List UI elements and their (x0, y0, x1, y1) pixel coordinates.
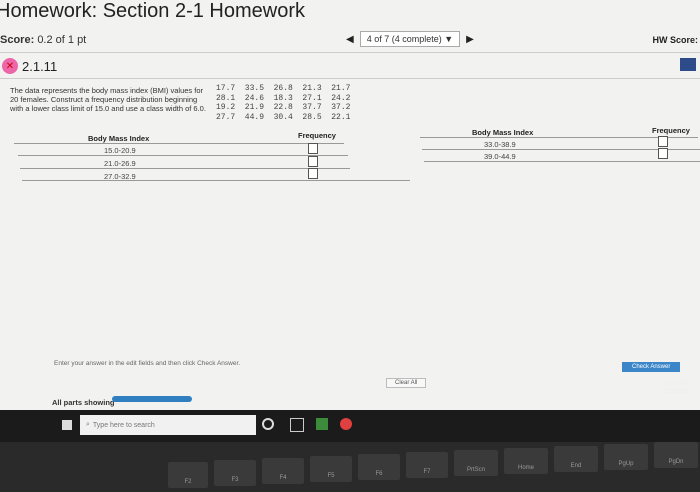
frequency-input[interactable] (308, 168, 318, 179)
menu-icon[interactable] (680, 58, 696, 71)
dataset-row: 19.2 21.9 22.8 37.7 37.2 (216, 103, 351, 112)
all-parts-label: All parts showing (52, 398, 115, 407)
table-row: 15.0-20.9 (104, 146, 136, 155)
score-bar: Score: 0.2 of 1 pt ◀ 4 of 7 (4 complete)… (0, 28, 700, 53)
table-line (14, 143, 344, 144)
clock-date: 2/5/2020 (664, 389, 688, 395)
table-line (18, 155, 348, 156)
laptop-keyboard: F2 F3 F4 F5 F6 F7 PrtScn Home End PgUp P… (0, 442, 700, 492)
hw-score: HW Score: (652, 35, 698, 45)
page-title: Homework: Section 2-1 Homework (0, 0, 305, 22)
key-f5[interactable]: F5 (310, 456, 352, 482)
left-col-frequency-header: Frequency (298, 131, 336, 140)
parts-progress-bar (112, 396, 192, 402)
taskbar-clock[interactable]: 3:04 PM 2/5/2020 (665, 380, 688, 396)
clear-all-button[interactable]: Clear All (386, 378, 427, 388)
table-line (424, 161, 700, 162)
question-nav: ◀ 4 of 7 (4 complete) ▼ ▶ (346, 31, 474, 47)
taskbar: ⌕ Type here to search 3:04 PM 2/5/2020 (0, 381, 700, 442)
question-number-label: 2.1.11 (22, 58, 58, 74)
score-label: Score: (0, 34, 35, 46)
frequency-input[interactable] (658, 136, 668, 147)
table-row: 39.0-44.9 (484, 152, 516, 161)
task-view-icon[interactable] (290, 418, 304, 432)
question-select[interactable]: 4 of 7 (4 complete) ▼ (359, 31, 461, 47)
divider (0, 78, 700, 79)
check-answer-button[interactable]: Check Answer (622, 362, 681, 372)
frequency-input[interactable] (658, 148, 668, 159)
search-icon: ⌕ (86, 421, 90, 428)
partial-credit-icon: ✕ (2, 58, 18, 74)
key-prtscn[interactable]: PrtScn (454, 450, 498, 476)
browser-viewport: Homework: Section 2-1 Homework Score: 0.… (0, 0, 700, 442)
key-end[interactable]: End (554, 446, 598, 472)
frequency-input[interactable] (308, 156, 318, 167)
score-display: Score: 0.2 of 1 pt (0, 34, 86, 46)
table-row: 33.0-38.9 (484, 140, 516, 149)
instruction-text: Enter your answer in the edit fields and… (54, 360, 241, 367)
taskbar-search-input[interactable]: ⌕ Type here to search (80, 415, 256, 435)
search-placeholder: Type here to search (92, 421, 155, 429)
key-f6[interactable]: F6 (358, 454, 400, 480)
question-select-label: 4 of 7 (4 complete) (366, 34, 442, 44)
left-col-bmi-header: Body Mass Index (88, 134, 150, 143)
dataset-row: 28.1 24.6 18.3 27.1 24.2 (216, 93, 351, 103)
key-pgdn[interactable]: PgDn (654, 442, 698, 468)
table-line (420, 137, 698, 138)
windows-start-icon[interactable] (62, 420, 72, 430)
table-line (20, 168, 350, 169)
cortana-icon[interactable] (262, 418, 274, 430)
key-f2[interactable]: F2 (168, 462, 208, 488)
chrome-icon[interactable] (340, 418, 352, 430)
dataset-row: 17.7 33.5 26.8 21.3 21.7 (216, 84, 351, 93)
question-text: The data represents the body mass index … (10, 86, 206, 113)
key-home[interactable]: Home (504, 448, 548, 474)
question-number: ✕ 2.1.11 (2, 58, 57, 74)
file-explorer-icon[interactable] (316, 418, 328, 430)
right-col-bmi-header: Body Mass Index (472, 128, 534, 137)
key-f4[interactable]: F4 (262, 458, 304, 484)
right-col-frequency-header: Frequency (652, 126, 690, 135)
key-f7[interactable]: F7 (406, 452, 448, 478)
table-line (22, 180, 410, 181)
clock-time: 3:04 PM (665, 381, 688, 387)
prev-question-icon[interactable]: ◀ (346, 34, 354, 45)
key-f3[interactable]: F3 (214, 460, 256, 486)
frequency-input[interactable] (308, 143, 318, 154)
next-question-icon[interactable]: ▶ (466, 34, 474, 45)
table-row: 21.0-26.9 (104, 159, 136, 168)
dataset-row: 27.7 44.9 30.4 28.5 22.1 (216, 112, 351, 122)
key-pgup[interactable]: PgUp (604, 444, 648, 470)
score-value: 0.2 of 1 pt (37, 34, 87, 46)
dataset: 17.7 33.5 26.8 21.3 21.7 28.1 24.6 18.3 … (216, 84, 350, 122)
